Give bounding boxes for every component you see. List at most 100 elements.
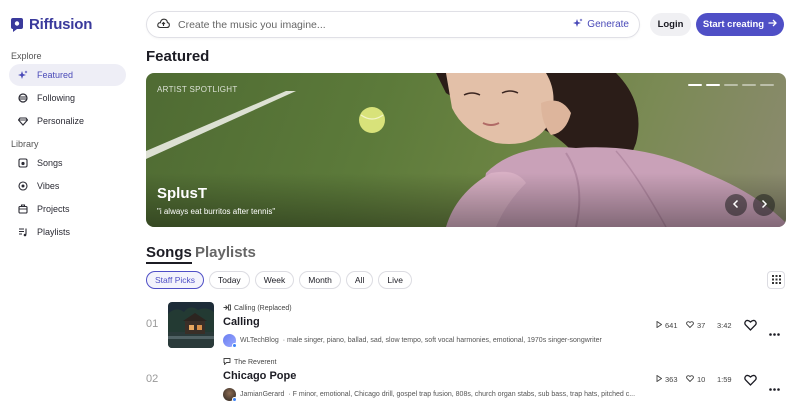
carousel-indicators (688, 84, 774, 86)
filter-week[interactable]: Week (254, 271, 295, 289)
carousel-dot[interactable] (688, 84, 702, 86)
riffusion-logo-icon (11, 17, 23, 32)
song-duration: 1:59 (717, 375, 732, 384)
song-title[interactable]: Calling (223, 316, 260, 328)
songs-icon (18, 158, 28, 168)
song-duration: 3:42 (717, 321, 732, 330)
start-creating-label: Start creating (702, 19, 765, 30)
spotlight-quote: "i always eat burritos after tennis" (157, 207, 276, 216)
explore-section-label: Explore (11, 51, 42, 61)
sparkle-icon (18, 70, 28, 80)
song-context-label[interactable]: Calling (Replaced) (234, 305, 292, 312)
sparkle-icon (573, 18, 583, 31)
sidebar-item-label: Vibes (37, 181, 60, 191)
sidebar-item-songs[interactable]: Songs (9, 152, 126, 174)
sidebar-item-projects[interactable]: Projects (9, 198, 126, 220)
song-author[interactable]: JamianGerard (240, 391, 284, 398)
following-icon (18, 93, 28, 103)
filter-live[interactable]: Live (378, 271, 412, 289)
arrow-right-icon (768, 19, 778, 30)
search-input[interactable] (178, 18, 574, 31)
artist-spotlight-banner[interactable]: ARTIST SPOTLIGHT SplusT "i always eat bu… (146, 73, 786, 227)
heart-icon (744, 373, 757, 390)
vibes-icon (18, 181, 28, 191)
time-filter-bar: Staff Picks Today Week Month All Live (146, 271, 412, 289)
diamond-icon (18, 116, 28, 126)
song-meta: WLTechBlog · male singer, piano, ballad,… (223, 334, 602, 348)
filter-staff-picks[interactable]: Staff Picks (146, 271, 204, 289)
replace-icon (223, 304, 231, 313)
more-horizontal-icon (769, 378, 780, 395)
logo[interactable]: Riffusion (10, 16, 92, 33)
spotlight-label: ARTIST SPOTLIGHT (157, 85, 238, 94)
like-count: 10 (686, 375, 705, 384)
tab-songs[interactable]: Songs (146, 244, 192, 264)
search-bar[interactable]: Generate (146, 11, 640, 38)
song-row[interactable]: 01 Calling (Replaced) Calling WLTechBlog… (146, 302, 786, 350)
heart-small-icon (686, 321, 694, 330)
song-title[interactable]: Chicago Pope (223, 370, 296, 382)
filter-month[interactable]: Month (299, 271, 341, 289)
filter-today[interactable]: Today (209, 271, 250, 289)
carousel-dot[interactable] (706, 84, 720, 86)
generate-button[interactable]: Generate (573, 18, 629, 31)
sidebar-item-featured[interactable]: Featured (9, 64, 126, 86)
sidebar-item-label: Following (37, 93, 76, 103)
spotlight-photo (146, 73, 786, 227)
song-tags: · F minor, emotional, Chicago drill, gos… (288, 391, 636, 398)
generate-label: Generate (587, 19, 629, 30)
play-count: 641 (656, 320, 678, 330)
play-count: 363 (656, 374, 678, 384)
library-section-label: Library (11, 139, 39, 149)
chevron-left-icon (732, 199, 740, 212)
song-author[interactable]: WLTechBlog (240, 337, 279, 344)
more-options-button[interactable] (769, 323, 780, 341)
song-context-label[interactable]: The Reverent (234, 359, 276, 366)
filter-all[interactable]: All (345, 271, 374, 289)
sidebar-item-following[interactable]: Following (9, 87, 126, 109)
sidebar-item-label: Projects (37, 204, 70, 214)
upload-cloud-icon[interactable] (157, 16, 170, 34)
sidebar-item-playlists[interactable]: Playlists (9, 221, 126, 243)
app-name: Riffusion (29, 16, 93, 33)
like-button[interactable] (744, 318, 757, 336)
spotlight-artist-name[interactable]: SplusT (157, 185, 207, 202)
song-context: Calling (Replaced) (223, 304, 292, 313)
song-meta: JamianGerard · F minor, emotional, Chica… (223, 388, 636, 402)
carousel-next-button[interactable] (753, 194, 775, 216)
verified-badge-icon (232, 397, 237, 402)
sidebar: Riffusion Explore Featured Following Per… (0, 0, 136, 406)
verified-badge-icon (232, 343, 237, 348)
login-button[interactable]: Login (650, 13, 691, 36)
sidebar-item-label: Playlists (37, 227, 71, 237)
heart-small-icon (686, 375, 694, 384)
more-options-button[interactable] (769, 378, 780, 396)
chat-bubble-icon (223, 358, 231, 367)
sidebar-item-label: Personalize (37, 116, 85, 126)
like-button[interactable] (744, 373, 757, 391)
more-horizontal-icon (769, 323, 780, 340)
like-count-value: 37 (697, 321, 706, 330)
song-number: 02 (146, 373, 159, 385)
tab-playlists[interactable]: Playlists (195, 244, 256, 261)
like-count: 37 (686, 321, 705, 330)
start-creating-button[interactable]: Start creating (696, 13, 784, 36)
playlists-icon (18, 227, 28, 237)
avatar[interactable] (223, 334, 237, 348)
sidebar-item-label: Featured (37, 70, 74, 80)
grid-view-button[interactable] (767, 271, 785, 289)
grid-icon (771, 271, 781, 289)
song-cover[interactable] (168, 302, 214, 348)
carousel-dot[interactable] (760, 84, 774, 86)
avatar[interactable] (223, 388, 237, 402)
featured-heading: Featured (146, 48, 210, 65)
projects-icon (18, 204, 28, 214)
sidebar-item-vibes[interactable]: Vibes (9, 175, 126, 197)
play-count-value: 363 (665, 375, 678, 384)
chevron-right-icon (760, 199, 768, 212)
carousel-prev-button[interactable] (725, 194, 747, 216)
carousel-dot[interactable] (724, 84, 738, 86)
song-row[interactable]: 02 The Reverent Chicago Pope JamianGerar… (146, 356, 786, 404)
carousel-dot[interactable] (742, 84, 756, 86)
sidebar-item-personalize[interactable]: Personalize (9, 110, 126, 132)
